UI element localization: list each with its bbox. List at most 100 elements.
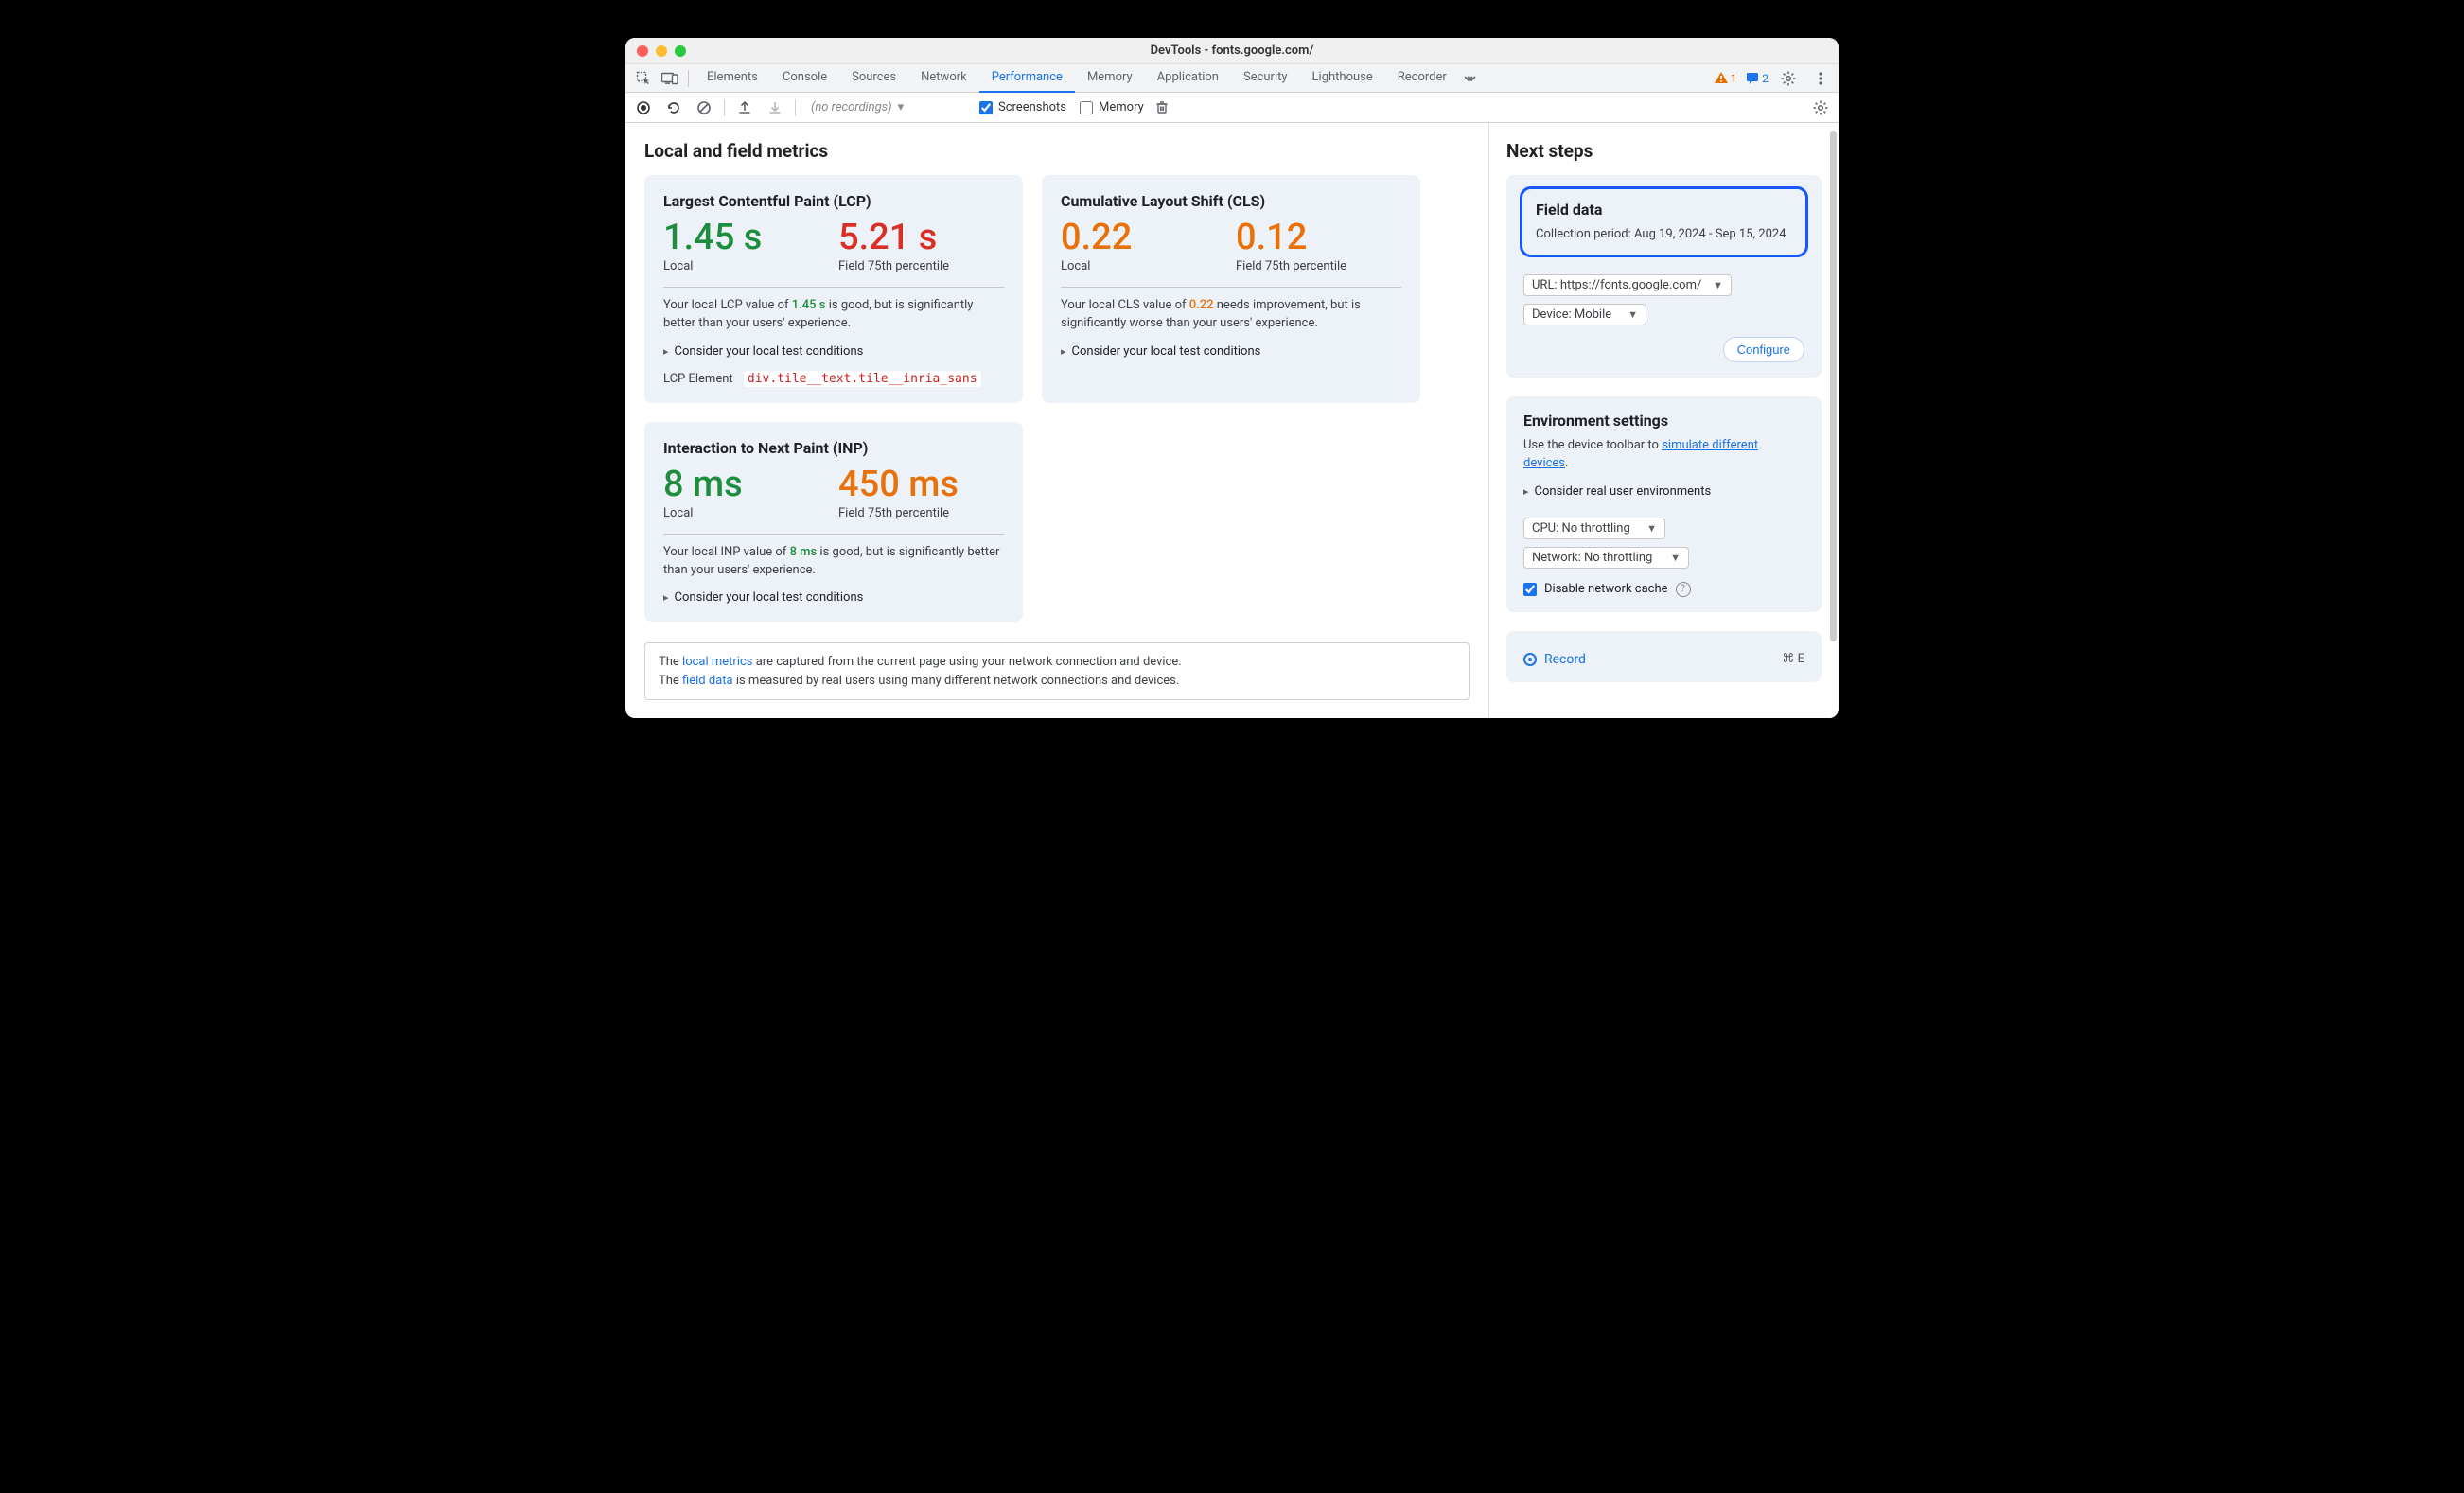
caret-down-icon: ▾ xyxy=(898,100,905,114)
cpu-throttling-select[interactable]: CPU: No throttling ▼ xyxy=(1523,518,1665,539)
record-button[interactable] xyxy=(631,96,656,120)
screenshots-checkbox[interactable]: Screenshots xyxy=(979,100,1066,114)
main-content: Local and field metrics Largest Contentf… xyxy=(625,123,1488,718)
memory-checkbox[interactable]: Memory xyxy=(1080,100,1144,114)
lcp-element-selector[interactable]: div.tile__text.tile__inria_sans xyxy=(744,371,981,387)
help-icon[interactable]: ? xyxy=(1676,582,1691,597)
lcp-local-value: 1.45 s xyxy=(663,220,829,255)
record-icon xyxy=(1523,653,1537,666)
tab-recorder[interactable]: Recorder xyxy=(1385,64,1459,93)
tab-performance[interactable]: Performance xyxy=(979,64,1075,93)
field-collection-period: Collection period: Aug 19, 2024 - Sep 15… xyxy=(1536,226,1792,243)
lcp-element-row: LCP Element div.tile__text.tile__inria_s… xyxy=(663,372,1004,386)
maximize-window-button[interactable] xyxy=(675,45,686,57)
more-tabs-icon[interactable] xyxy=(1459,66,1484,91)
lcp-summary: Your local LCP value of 1.45 s is good, … xyxy=(663,297,1004,333)
url-select[interactable]: URL: https://fonts.google.com/ ▼ xyxy=(1523,274,1732,296)
more-options-icon[interactable] xyxy=(1808,66,1833,91)
tab-elements[interactable]: Elements xyxy=(695,64,770,93)
download-profile-button[interactable] xyxy=(763,96,787,120)
tab-sources[interactable]: Sources xyxy=(839,64,908,93)
inp-disclosure[interactable]: Consider your local test conditions xyxy=(663,590,1004,605)
local-metrics-link[interactable]: local metrics xyxy=(682,655,752,669)
separator xyxy=(795,99,796,116)
reload-record-button[interactable] xyxy=(661,96,686,120)
panel-settings-icon[interactable] xyxy=(1808,96,1833,120)
tab-memory[interactable]: Memory xyxy=(1075,64,1145,93)
caret-down-icon: ▼ xyxy=(1713,279,1723,291)
env-para: Use the device toolbar to simulate diffe… xyxy=(1523,437,1804,473)
devtools-window: DevTools - fonts.google.com/ Elements Co… xyxy=(625,38,1839,718)
screenshots-checkbox-input[interactable] xyxy=(979,101,993,114)
panel-tabs-row: Elements Console Sources Network Perform… xyxy=(625,64,1839,93)
panel-tabs: Elements Console Sources Network Perform… xyxy=(695,64,1484,93)
disable-cache-checkbox[interactable]: Disable network cache ? xyxy=(1523,582,1804,597)
lcp-field-label: Field 75th percentile xyxy=(838,259,1004,273)
record-shortcut: ⌘ E xyxy=(1782,652,1804,666)
scrollbar[interactable] xyxy=(1830,131,1837,641)
device-select[interactable]: Device: Mobile ▼ xyxy=(1523,304,1646,325)
inspect-element-icon[interactable] xyxy=(631,66,656,91)
upload-profile-button[interactable] xyxy=(732,96,757,120)
cls-field-value: 0.12 xyxy=(1236,220,1401,255)
memory-checkbox-input[interactable] xyxy=(1080,101,1093,114)
messages-count: 2 xyxy=(1762,72,1769,85)
minimize-window-button[interactable] xyxy=(656,45,667,57)
cls-card: Cumulative Layout Shift (CLS) 0.22 Local… xyxy=(1042,175,1420,403)
garbage-collect-icon[interactable] xyxy=(1150,96,1174,120)
recordings-placeholder: (no recordings) xyxy=(811,100,892,114)
env-disclosure[interactable]: Consider real user environments xyxy=(1523,484,1804,499)
tab-security[interactable]: Security xyxy=(1231,64,1300,93)
env-title: Environment settings xyxy=(1523,412,1804,430)
tab-application[interactable]: Application xyxy=(1145,64,1231,93)
record-link[interactable]: Record xyxy=(1523,652,1586,667)
metrics-footer: The local metrics are captured from the … xyxy=(644,642,1470,700)
disable-cache-label: Disable network cache xyxy=(1544,582,1668,596)
separator xyxy=(724,99,725,116)
messages-badge[interactable]: 2 xyxy=(1746,72,1769,85)
device-toolbar-icon[interactable] xyxy=(658,66,682,91)
lcp-disclosure[interactable]: Consider your local test conditions xyxy=(663,344,1004,359)
lcp-card: Largest Contentful Paint (LCP) 1.45 s Lo… xyxy=(644,175,1023,403)
caret-down-icon: ▼ xyxy=(1628,308,1638,321)
inp-field-label: Field 75th percentile xyxy=(838,506,1004,520)
performance-toolbar: (no recordings) ▾ Screenshots Memory xyxy=(625,93,1839,123)
cls-local-label: Local xyxy=(1061,259,1226,273)
inp-local-value: 8 ms xyxy=(663,466,829,502)
tab-network[interactable]: Network xyxy=(908,64,979,93)
highlight-ring: Field data Collection period: Aug 19, 20… xyxy=(1520,186,1808,257)
warnings-count: 1 xyxy=(1731,72,1737,85)
tab-console[interactable]: Console xyxy=(770,64,839,93)
inp-field-value: 450 ms xyxy=(838,466,1004,502)
cpu-throttling-label: CPU: No throttling xyxy=(1532,521,1630,536)
lcp-element-label: LCP Element xyxy=(663,372,733,386)
caret-down-icon: ▼ xyxy=(1670,552,1681,564)
close-window-button[interactable] xyxy=(637,45,648,57)
clear-button[interactable] xyxy=(692,96,716,120)
traffic-lights xyxy=(637,45,686,57)
inp-local-label: Local xyxy=(663,506,829,520)
side-heading: Next steps xyxy=(1506,140,1822,162)
url-select-label: URL: https://fonts.google.com/ xyxy=(1532,278,1701,292)
cls-field-label: Field 75th percentile xyxy=(1236,259,1401,273)
window-title: DevTools - fonts.google.com/ xyxy=(625,44,1839,58)
configure-button[interactable]: Configure xyxy=(1723,337,1804,362)
warnings-badge[interactable]: 1 xyxy=(1715,72,1737,85)
divider xyxy=(1061,287,1401,288)
field-data-title: Field data xyxy=(1536,201,1792,219)
disable-cache-input[interactable] xyxy=(1523,583,1537,596)
inp-title: Interaction to Next Paint (INP) xyxy=(663,439,1004,457)
titlebar: DevTools - fonts.google.com/ xyxy=(625,38,1839,64)
env-settings-card: Environment settings Use the device tool… xyxy=(1506,396,1822,612)
section-heading: Local and field metrics xyxy=(644,140,1470,162)
tab-lighthouse[interactable]: Lighthouse xyxy=(1300,64,1385,93)
field-data-link[interactable]: field data xyxy=(682,674,733,688)
settings-icon[interactable] xyxy=(1776,66,1801,91)
lcp-field-value: 5.21 s xyxy=(838,220,1004,255)
record-label: Record xyxy=(1544,652,1586,667)
cls-disclosure[interactable]: Consider your local test conditions xyxy=(1061,344,1401,359)
network-throttling-select[interactable]: Network: No throttling ▼ xyxy=(1523,547,1689,569)
recordings-dropdown[interactable]: (no recordings) ▾ xyxy=(803,97,974,118)
memory-label: Memory xyxy=(1099,100,1144,114)
inp-card: Interaction to Next Paint (INP) 8 ms Loc… xyxy=(644,422,1023,623)
